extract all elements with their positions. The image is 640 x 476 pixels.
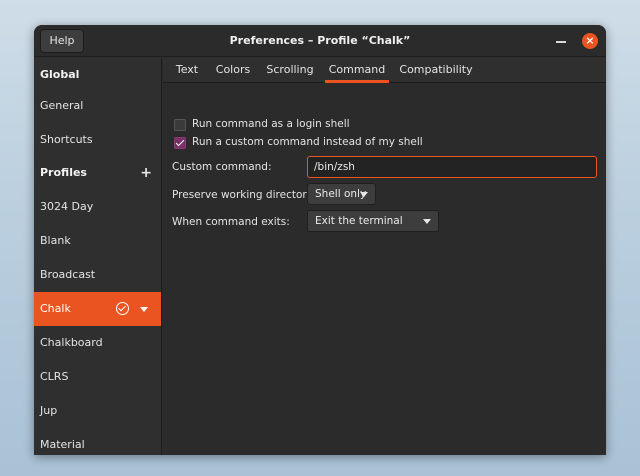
check-circle-icon bbox=[116, 302, 129, 315]
tab-compatibility[interactable]: Compatibility bbox=[395, 58, 477, 83]
custom-command-label: Custom command: bbox=[172, 161, 272, 173]
sidebar-item-profile[interactable]: Chalkboard bbox=[34, 326, 161, 360]
login-shell-label: Run command as a login shell bbox=[192, 118, 350, 130]
profiles-header-label: Profiles bbox=[40, 166, 87, 179]
sidebar-item-profile[interactable]: Material bbox=[34, 428, 161, 455]
sidebar-item-profile[interactable]: Broadcast bbox=[34, 258, 161, 292]
tab-command[interactable]: Command bbox=[325, 58, 389, 83]
preserve-dir-dropdown[interactable]: Shell only bbox=[307, 183, 376, 205]
preserve-dir-label: Preserve working directory: bbox=[172, 189, 316, 201]
sidebar: Global General Shortcuts Profiles + 3024… bbox=[34, 58, 162, 455]
sidebar-item-profile[interactable]: CLRS bbox=[34, 360, 161, 394]
tab-colors[interactable]: Colors bbox=[211, 58, 255, 83]
preferences-window: Help Preferences – Profile “Chalk” × Glo… bbox=[34, 25, 606, 455]
chevron-down-icon bbox=[360, 192, 368, 197]
sidebar-item-general[interactable]: General bbox=[34, 89, 161, 123]
sidebar-header-profiles: Profiles + bbox=[34, 156, 161, 190]
custom-command-checkbox[interactable] bbox=[174, 137, 186, 149]
custom-command-checkbox-label: Run a custom command instead of my shell bbox=[192, 136, 423, 148]
sidebar-item-profile-selected[interactable]: Chalk bbox=[34, 292, 161, 326]
window-title: Preferences – Profile “Chalk” bbox=[229, 34, 411, 47]
title-bar: Help Preferences – Profile “Chalk” × bbox=[34, 25, 606, 57]
tab-text[interactable]: Text bbox=[169, 58, 205, 83]
close-icon[interactable]: × bbox=[582, 33, 598, 49]
chevron-down-icon[interactable] bbox=[140, 307, 148, 312]
sidebar-item-profile[interactable]: Jup bbox=[34, 394, 161, 428]
sidebar-item-label: Chalk bbox=[40, 302, 71, 315]
custom-command-input[interactable]: /bin/zsh bbox=[307, 156, 597, 178]
login-shell-checkbox[interactable] bbox=[174, 119, 186, 131]
plus-icon[interactable]: + bbox=[140, 156, 152, 190]
sidebar-item-profile[interactable]: 3024 Day bbox=[34, 190, 161, 224]
main-panel: Text Colors Scrolling Command Compatibil… bbox=[163, 58, 606, 455]
sidebar-header-global: Global bbox=[40, 68, 80, 81]
on-exit-dropdown[interactable]: Exit the terminal bbox=[307, 210, 439, 232]
sidebar-item-shortcuts[interactable]: Shortcuts bbox=[34, 123, 161, 157]
tab-scrolling[interactable]: Scrolling bbox=[261, 58, 319, 83]
tab-bar: Text Colors Scrolling Command Compatibil… bbox=[163, 58, 606, 83]
chevron-down-icon bbox=[423, 219, 431, 224]
sidebar-item-profile[interactable]: Blank bbox=[34, 224, 161, 258]
minimize-icon[interactable] bbox=[556, 41, 566, 43]
on-exit-label: When command exits: bbox=[172, 216, 290, 228]
preserve-dir-value: Shell only bbox=[315, 188, 367, 200]
on-exit-value: Exit the terminal bbox=[315, 215, 403, 227]
